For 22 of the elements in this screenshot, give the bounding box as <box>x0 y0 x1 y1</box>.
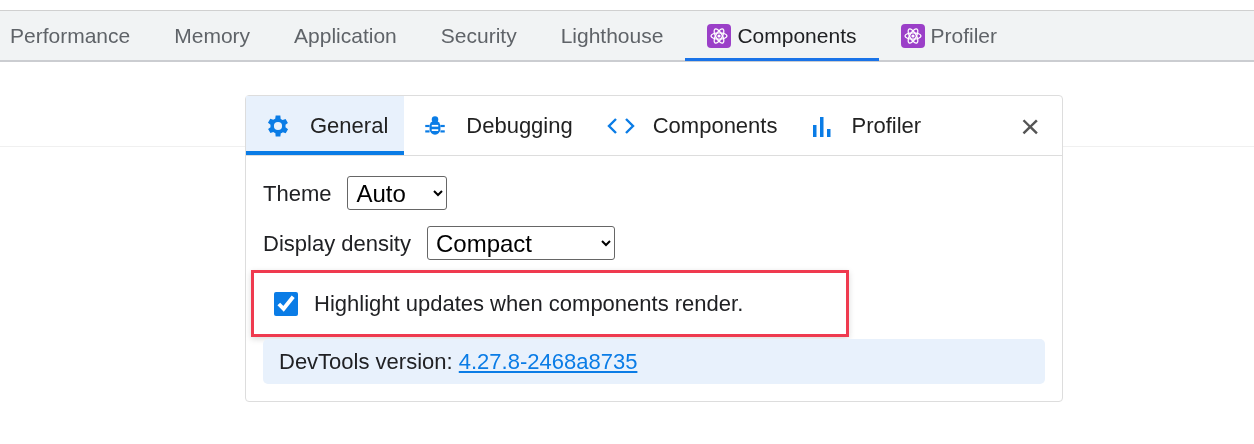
theme-select[interactable]: Auto <box>347 176 448 210</box>
devtools-tab[interactable]: Security <box>418 11 539 61</box>
devtools-tab[interactable]: Performance <box>10 11 153 61</box>
version-link[interactable]: 4.27.8-2468a8735 <box>458 349 638 374</box>
version-label: DevTools version: <box>279 349 453 374</box>
settings-tab[interactable]: Profiler <box>793 96 938 155</box>
close-button[interactable]: × <box>1016 96 1044 155</box>
bar-chart-icon <box>811 114 834 137</box>
settings-tab[interactable]: Components <box>588 96 794 155</box>
code-icon <box>606 115 635 136</box>
devtools-tab[interactable]: Components <box>685 11 879 61</box>
devtools-tab[interactable]: Lighthouse <box>538 11 686 61</box>
highlight-checkbox[interactable] <box>274 291 298 316</box>
highlight-label: Highlight updates when components render. <box>314 290 744 318</box>
density-select[interactable]: Compact <box>426 226 615 260</box>
devtools-tab[interactable]: Memory <box>152 11 273 61</box>
density-label: Display density <box>263 229 411 258</box>
devtools-tab[interactable]: Application <box>272 11 419 61</box>
settings-tab[interactable]: Debugging <box>404 96 589 155</box>
settings-tab[interactable]: General <box>246 96 405 155</box>
theme-label: Theme <box>263 179 332 208</box>
devtools-tab[interactable]: Profiler <box>878 11 1020 61</box>
